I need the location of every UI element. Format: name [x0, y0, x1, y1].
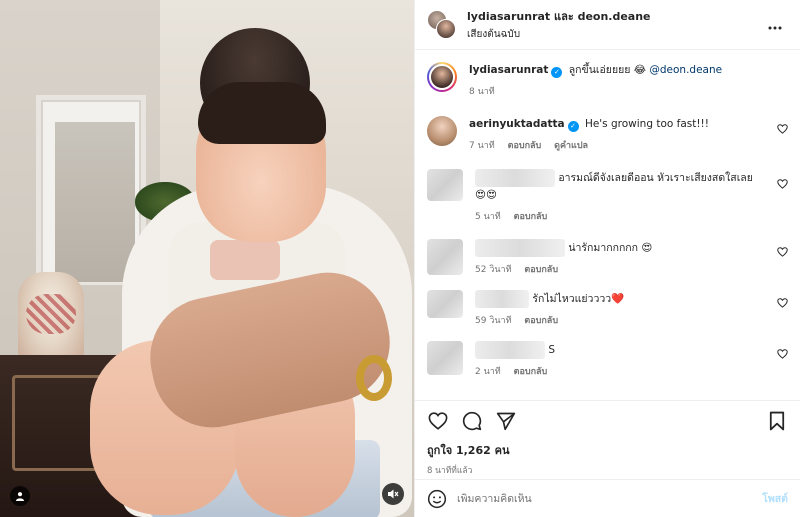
translate-button[interactable]: ดูคำแปล	[554, 141, 588, 151]
comment-time[interactable]: 2 นาที	[475, 367, 501, 377]
comment-item: รักไม่ไหวแย่วววว❤️ 59 วินาที ตอบกลับ	[415, 290, 800, 327]
avatar[interactable]	[427, 169, 463, 201]
more-icon[interactable]	[762, 15, 788, 34]
caption-time[interactable]: 8 นาที	[469, 87, 495, 97]
avatar[interactable]	[427, 341, 463, 375]
emoji-icon[interactable]	[427, 489, 447, 509]
verified-badge-icon: ✓	[551, 67, 563, 78]
avatar[interactable]	[427, 62, 457, 92]
like-count[interactable]: ถูกใจ 1,262 คน	[427, 441, 788, 459]
avatar[interactable]	[427, 290, 463, 318]
like-comment-icon[interactable]	[777, 179, 788, 192]
comment-time[interactable]: 59 วินาที	[475, 316, 512, 326]
avatar[interactable]	[427, 116, 457, 146]
post-video[interactable]	[0, 0, 414, 517]
collab-avatars[interactable]	[427, 9, 457, 40]
original-audio-link[interactable]: เสียงต้นฉบับ	[467, 27, 762, 42]
blurred-username	[475, 239, 565, 257]
comment-time[interactable]: 52 วินาที	[475, 265, 512, 275]
like-comment-icon[interactable]	[777, 349, 788, 362]
reply-button[interactable]: ตอบกลับ	[514, 367, 548, 377]
header-names: lydiasarunrat และ deon.deane เสียงต้นฉบั…	[467, 7, 762, 42]
caption: lydiasarunrat ✓ ลูกขึ้นเอ่ยยยย 😂 @deon.de…	[415, 62, 800, 98]
comment-time[interactable]: 5 นาที	[475, 212, 501, 222]
mute-icon[interactable]	[382, 483, 404, 505]
post-header: lydiasarunrat และ deon.deane เสียงต้นฉบั…	[415, 0, 800, 50]
comment-username[interactable]: aerinyuktadatta	[469, 118, 565, 130]
background-vase	[18, 272, 84, 367]
comments-list[interactable]: lydiasarunrat ✓ ลูกขึ้นเอ่ยยยย 😂 @deon.de…	[415, 50, 800, 400]
blurred-username	[475, 341, 545, 359]
like-comment-icon[interactable]	[777, 298, 788, 311]
reply-button[interactable]: ตอบกลับ	[514, 212, 548, 222]
comment-composer: โพสต์	[415, 479, 800, 517]
post-comment-button[interactable]: โพสต์	[762, 490, 788, 507]
comment-input[interactable]	[457, 492, 763, 505]
reply-button[interactable]: ตอบกลับ	[524, 316, 558, 326]
reply-button[interactable]: ตอบกลับ	[508, 141, 542, 151]
comment-text: He's growing too fast!!!	[584, 118, 709, 130]
comment-text: รักไม่ไหวแย่วววว❤️	[532, 293, 625, 305]
avatar[interactable]	[427, 239, 463, 275]
baby-hair	[198, 82, 326, 144]
caption-mention[interactable]: @deon.deane	[649, 64, 722, 76]
post-owners[interactable]: lydiasarunrat และ deon.deane	[467, 7, 762, 25]
comment-item: อารมณ์ดีจังเลยดีออน หัวเราะเสียงสดใสเลย …	[415, 169, 800, 223]
tagged-user-icon[interactable]	[10, 486, 30, 506]
like-comment-icon[interactable]	[777, 124, 788, 137]
comment-bubble-icon[interactable]	[461, 410, 483, 432]
like-heart-icon[interactable]	[427, 410, 449, 432]
caption-text: ลูกขึ้นเอ่ยยยย 😂	[568, 64, 647, 76]
comment-time[interactable]: 7 นาที	[469, 141, 495, 151]
reply-button[interactable]: ตอบกลับ	[524, 265, 558, 275]
like-comment-icon[interactable]	[777, 247, 788, 260]
blurred-username	[475, 169, 555, 187]
comment-text: น่ารักมากกกกก 😍	[568, 242, 653, 254]
save-bookmark-icon[interactable]	[766, 410, 788, 432]
avatar	[436, 18, 456, 39]
post-actions: ถูกใจ 1,262 คน 8 นาทีที่แล้ว	[415, 400, 800, 477]
comment-item: aerinyuktadatta ✓ He's growing too fast!!…	[415, 116, 800, 152]
comment-text: S	[548, 344, 556, 356]
blurred-username	[475, 290, 529, 308]
post-time[interactable]: 8 นาทีที่แล้ว	[427, 463, 788, 477]
comment-item: S 2 นาที ตอบกลับ	[415, 341, 800, 378]
verified-badge-icon: ✓	[567, 121, 579, 132]
decor-gold-ring	[356, 355, 392, 401]
caption-username[interactable]: lydiasarunrat	[469, 64, 548, 76]
comment-item: น่ารักมากกกกก 😍 52 วินาที ตอบกลับ	[415, 239, 800, 276]
share-send-icon[interactable]	[495, 410, 517, 432]
instagram-post-view: lydiasarunrat และ deon.deane เสียงต้นฉบั…	[0, 0, 800, 517]
post-panel: lydiasarunrat และ deon.deane เสียงต้นฉบั…	[414, 0, 800, 517]
